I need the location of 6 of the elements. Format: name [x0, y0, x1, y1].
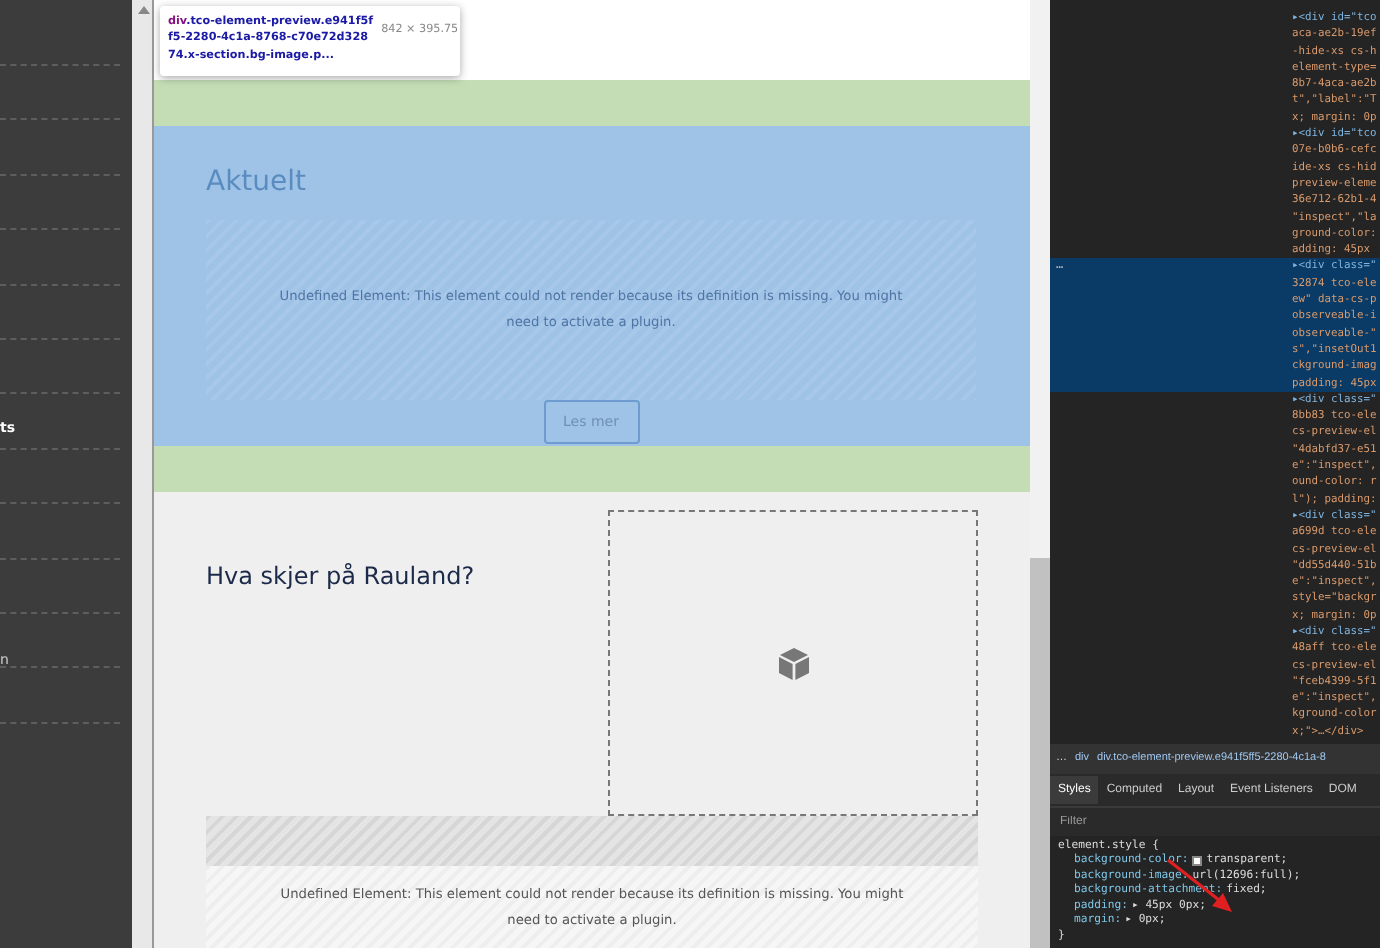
cube-icon [775, 645, 811, 681]
section-heading: Aktuelt [206, 166, 309, 202]
scroll-up-icon[interactable] [138, 6, 150, 14]
scrollbar[interactable] [1030, 0, 1050, 948]
color-swatch[interactable] [1192, 856, 1203, 867]
section-heading: Hva skjer på Rauland? [206, 562, 475, 594]
